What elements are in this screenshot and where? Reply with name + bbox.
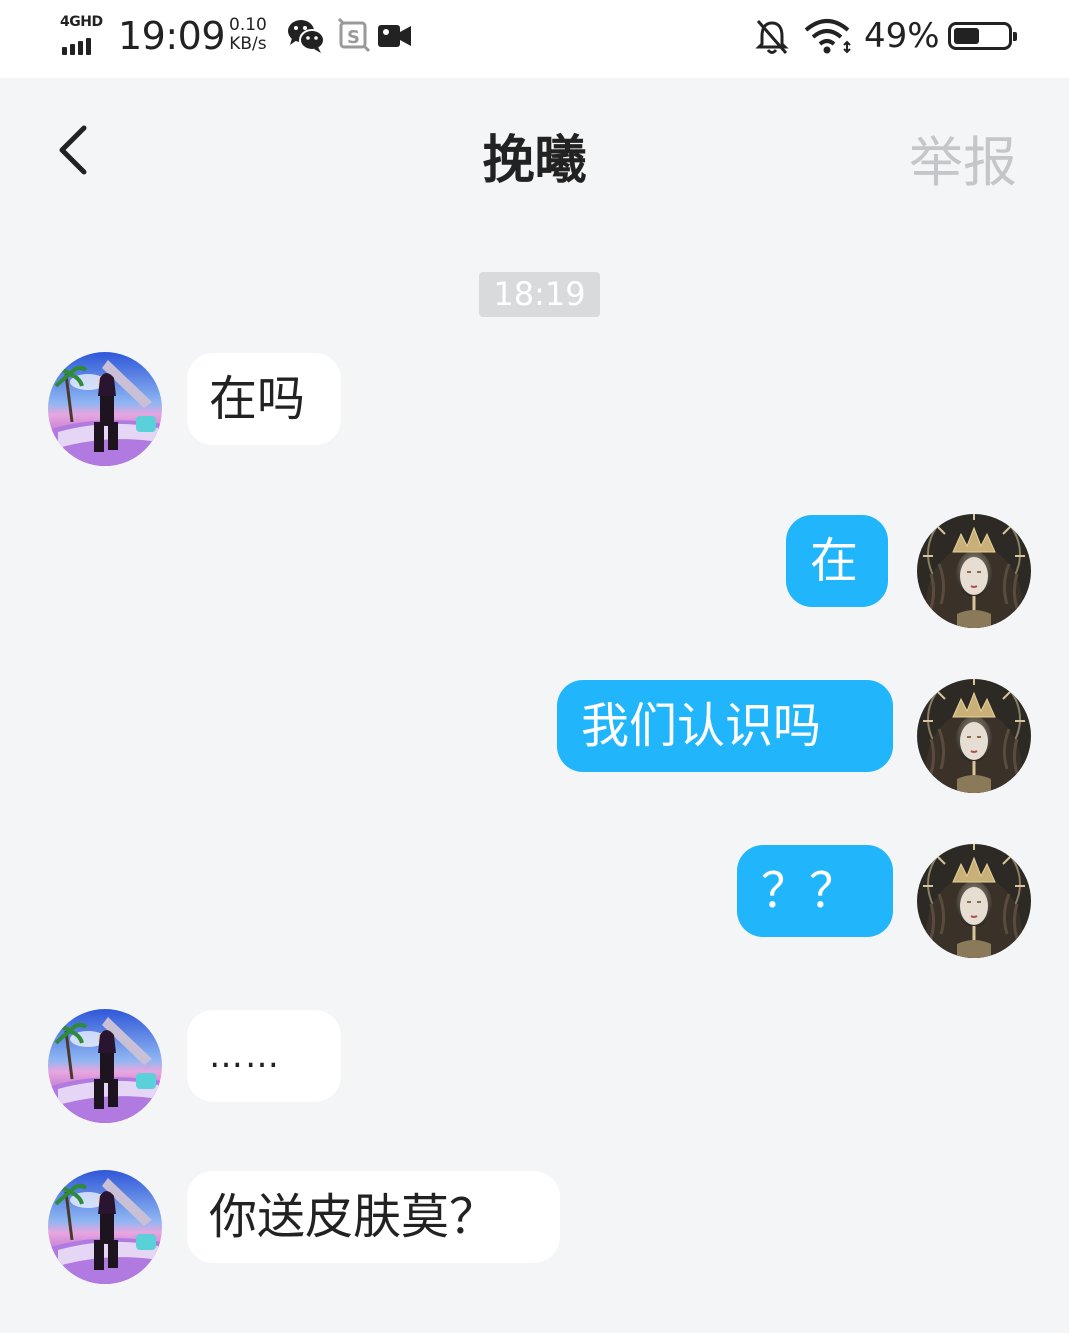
- self-avatar[interactable]: [917, 844, 1031, 958]
- network-type: 4GHD: [60, 14, 103, 30]
- chat-header: 挽曦 举报: [0, 78, 1069, 228]
- outgoing-message-bubble[interactable]: ？？: [737, 845, 893, 937]
- contact-avatar[interactable]: [48, 352, 162, 466]
- svg-text:S: S: [347, 27, 360, 48]
- signal-icon: 4GHD: [60, 14, 106, 55]
- message-timestamp: 18:19: [479, 272, 600, 317]
- self-avatar[interactable]: [917, 514, 1031, 628]
- battery-fill: [954, 28, 979, 44]
- status-time: 19:09: [118, 14, 226, 58]
- bell-muted-icon: [755, 20, 789, 54]
- contact-avatar[interactable]: [48, 1170, 162, 1284]
- video-camera-icon: [378, 25, 411, 47]
- outgoing-message-bubble[interactable]: 在: [786, 515, 888, 607]
- wifi-icon: [804, 19, 851, 54]
- outgoing-message-bubble[interactable]: 我们认识吗: [557, 680, 893, 772]
- battery-nub: [1013, 32, 1017, 41]
- incoming-message-bubble[interactable]: 在吗: [187, 353, 341, 445]
- incoming-message-bubble[interactable]: ……: [187, 1010, 341, 1102]
- contact-avatar[interactable]: [48, 1009, 162, 1123]
- wechat-icon: [288, 20, 325, 53]
- battery-icon: [948, 22, 1017, 50]
- speed-unit: KB/s: [229, 34, 267, 54]
- speed-value: 0.10: [229, 15, 267, 35]
- network-speed: 0.10 KB/s: [229, 16, 267, 54]
- status-bar: 4GHD 19:09 0.10 KB/s S 49%: [0, 0, 1069, 78]
- report-button[interactable]: 举报: [909, 118, 1017, 197]
- screenshot-app-icon: S: [338, 18, 370, 52]
- incoming-message-bubble[interactable]: 你送皮肤莫？: [187, 1171, 560, 1263]
- battery-percent: 49%: [864, 16, 940, 56]
- self-avatar[interactable]: [917, 679, 1031, 793]
